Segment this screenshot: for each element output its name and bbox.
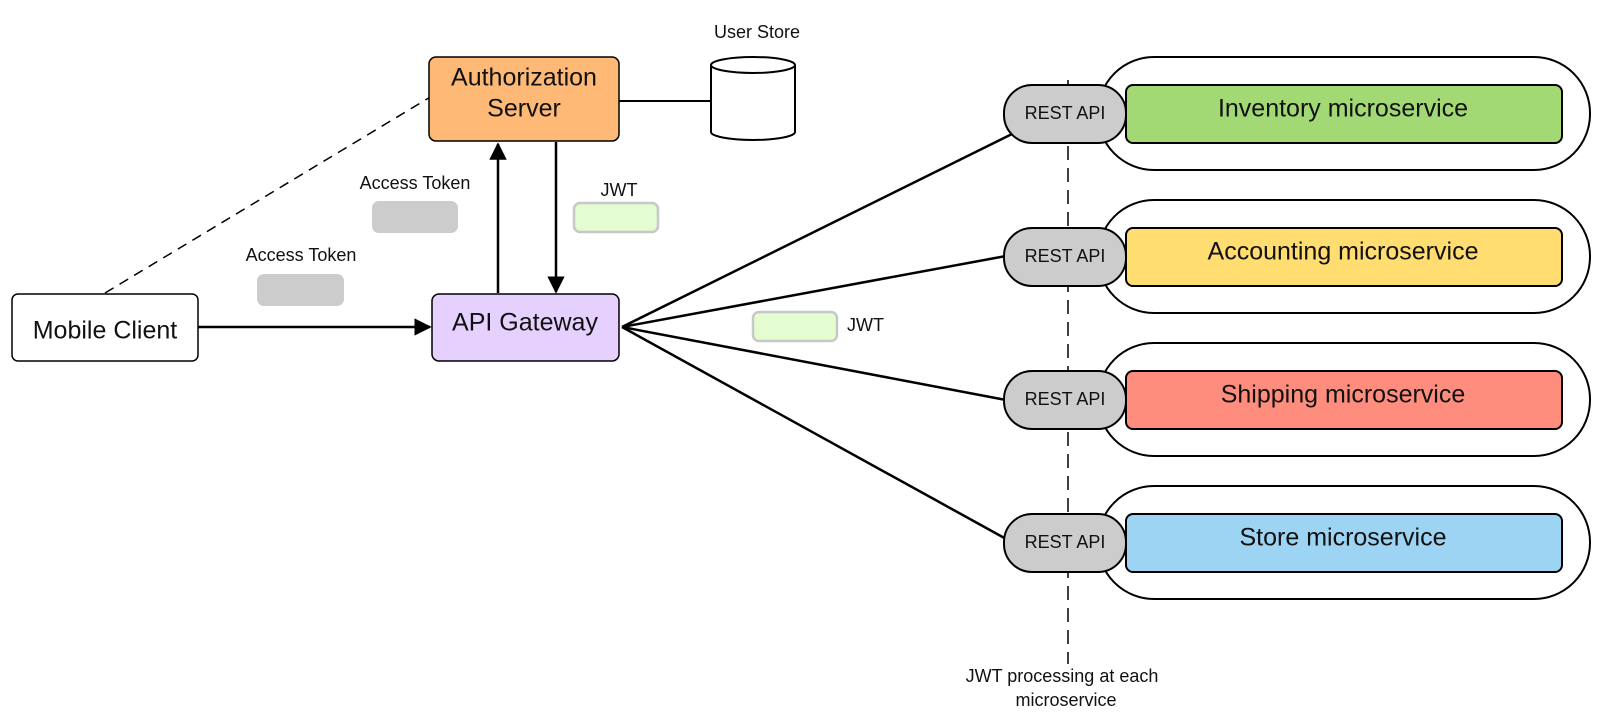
jwt-token-2: JWT (751, 310, 884, 343)
link-gateway-store (621, 325, 1009, 542)
microservices: REST API Inventory microservice REST API Ac… (1003, 56, 1591, 600)
microservice-group[interactable]: REST API Store microservice (1003, 485, 1591, 600)
jwt-token-1-chip (572, 201, 660, 234)
api-gateway-node[interactable]: API Gateway (431, 293, 620, 362)
rest-api-label: REST API (1025, 103, 1106, 123)
jwt-token-2-label: JWT (847, 315, 884, 335)
access-token-1: Access Token (360, 173, 471, 233)
database-icon[interactable] (710, 65, 796, 141)
access-token-1-label: Access Token (360, 173, 471, 193)
user-store-node[interactable]: User Store (710, 22, 800, 141)
jwt-token-1-label: JWT (601, 180, 638, 200)
annotation-line1: JWT processing at each (966, 666, 1159, 686)
jwt-token-1: JWT (572, 180, 660, 234)
microservice-label: Store microservice (1240, 524, 1447, 552)
access-token-2-chip (257, 274, 344, 306)
microservice-group[interactable]: REST API Accounting microservice (1003, 199, 1591, 314)
microservice-label: Accounting microservice (1208, 238, 1479, 266)
rest-api-label: REST API (1025, 246, 1106, 266)
access-token-2-label: Access Token (246, 245, 357, 265)
user-store-label: User Store (714, 22, 800, 42)
rest-api-label: REST API (1025, 389, 1106, 409)
microservice-group[interactable]: REST API Inventory microservice (1003, 56, 1591, 171)
microservice-label: Inventory microservice (1218, 95, 1468, 123)
microservice-label: Shipping microservice (1221, 381, 1466, 409)
access-token-2: Access Token (246, 245, 357, 306)
api-gateway-label: API Gateway (452, 309, 598, 337)
database-icon-top (710, 56, 796, 74)
authorization-server-label-line2: Server (487, 95, 561, 123)
authorization-server-label-line1: Authorization (451, 64, 597, 92)
mobile-client-label: Mobile Client (33, 317, 178, 345)
link-gateway-inventory (621, 132, 1013, 329)
access-token-1-chip (372, 201, 458, 233)
mobile-client-node[interactable]: Mobile Client (11, 293, 199, 362)
authorization-server-node[interactable]: Authorization Server (428, 56, 620, 142)
microservice-group[interactable]: REST API Shipping microservice (1003, 342, 1591, 457)
architecture-diagram: Mobile Client Authorization Server User … (11, 22, 1591, 710)
annotation-line2: microservice (1015, 690, 1116, 710)
jwt-token-2-chip (751, 310, 839, 343)
rest-api-label: REST API (1025, 532, 1106, 552)
